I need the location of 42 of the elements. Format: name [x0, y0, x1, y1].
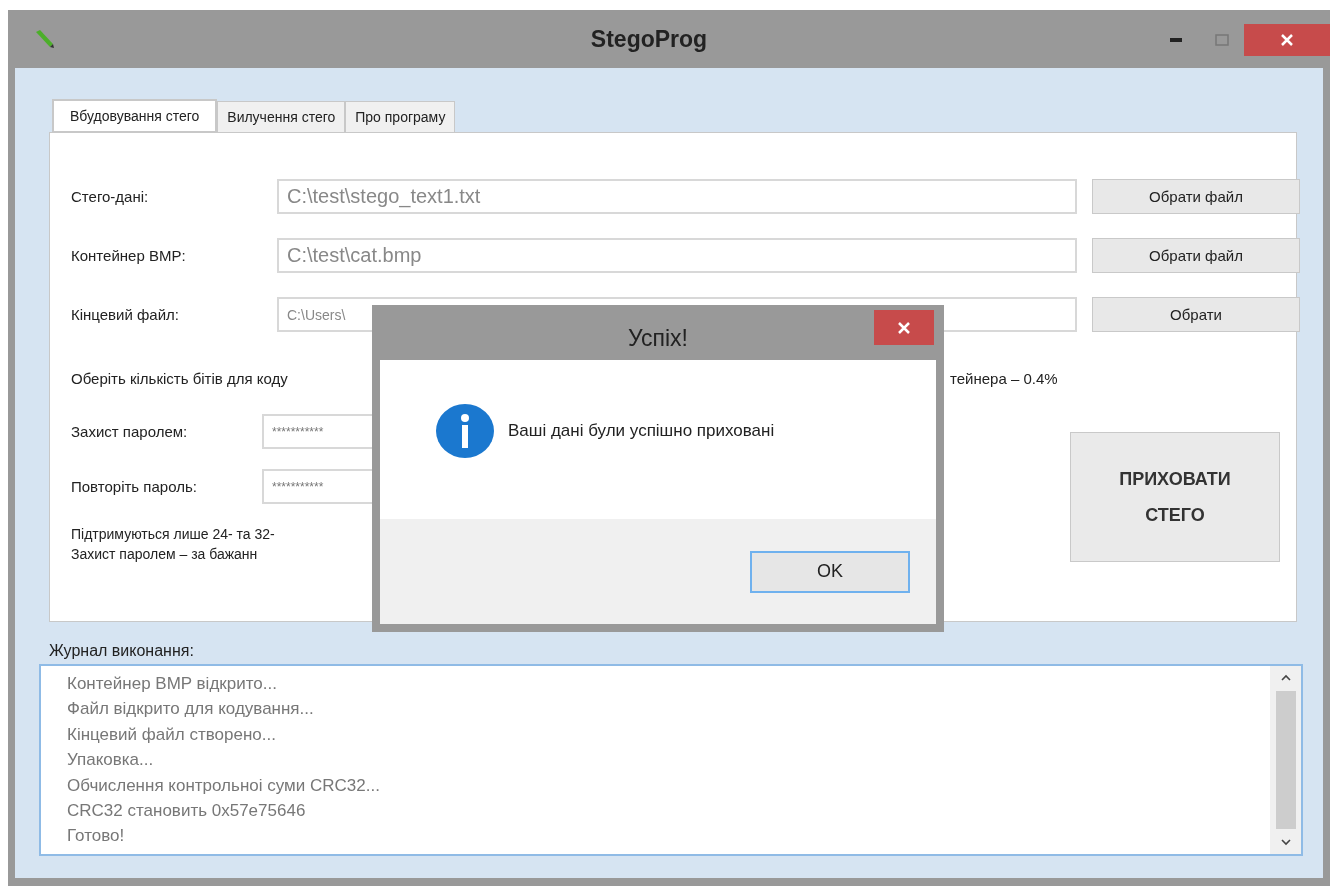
close-icon: [1280, 33, 1294, 47]
close-button[interactable]: [1244, 24, 1330, 56]
log-line: Упаковка...: [67, 749, 154, 772]
field-label: Контейнер BMP:: [71, 247, 187, 264]
scroll-up-icon[interactable]: [1280, 674, 1291, 681]
tab[interactable]: Вбудовування стего: [52, 99, 218, 133]
browse-button[interactable]: Обрати файл: [1092, 238, 1300, 273]
hide-button[interactable]: ПРИХОВАТИ СТЕГО: [1070, 432, 1280, 562]
tab[interactable]: Вилучення стего: [217, 101, 346, 132]
dialog-message: Ваші дані були успішно приховані: [508, 420, 775, 441]
log-line: CRC32 становить 0x57e75646: [67, 800, 306, 823]
scrollbar[interactable]: [1270, 666, 1301, 854]
log-line: Обчислення контрольноі суми CRC32...: [67, 774, 380, 797]
window-title: StegoProg: [590, 25, 709, 53]
scroll-down-icon[interactable]: [1280, 839, 1291, 846]
bits-hint: Оберіть кількість бітів для коду: [71, 370, 289, 387]
field-label: Кінцевий файл:: [71, 306, 180, 323]
log-line: Контейнер BMP відкрито...: [67, 673, 277, 695]
close-icon: [897, 320, 911, 335]
bits-hint: тейнера – 0.4%: [950, 370, 1059, 387]
maximize-icon: [1215, 34, 1229, 46]
browse-button[interactable]: Обрати: [1092, 297, 1300, 332]
log-line: Кінцевий файл створено...: [67, 723, 276, 746]
pencil-icon: [33, 28, 55, 50]
field-label: Захист паролем:: [71, 423, 189, 440]
field-label: Стего-дані:: [71, 188, 150, 205]
note-text: Підтримуються лише 24- та 32-: [71, 525, 276, 544]
info-icon: [436, 403, 494, 458]
dialog-title: Успіх!: [628, 325, 688, 352]
minimize-icon: [1170, 38, 1182, 42]
note-text: Захист паролем – за бажанн: [71, 545, 259, 564]
scroll-thumb[interactable]: [1275, 691, 1296, 829]
ok-button[interactable]: OK: [750, 550, 910, 593]
log-line: Файл відкрито для кодування...: [67, 698, 314, 721]
tab[interactable]: Про програму: [345, 101, 456, 132]
browse-button[interactable]: Обрати файл: [1092, 179, 1300, 214]
path-field[interactable]: C:\test\stego_text1.txt: [277, 179, 1077, 214]
log-line: Готово!: [67, 825, 125, 848]
close-button[interactable]: [874, 310, 934, 345]
field-label: Повторіть пароль:: [71, 478, 198, 495]
log-label: Журнал виконання:: [49, 642, 194, 660]
path-field[interactable]: C:\test\cat.bmp: [277, 238, 1077, 273]
